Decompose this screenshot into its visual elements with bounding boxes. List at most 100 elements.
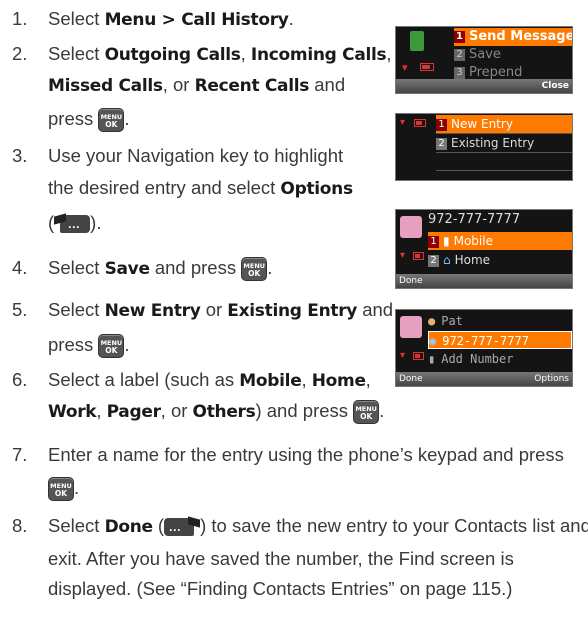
menu-ok-key-icon: MENU OK — [353, 400, 380, 425]
step-text: displayed. (See “Finding Contacts Entrie… — [48, 578, 513, 599]
step-text-line: Select Menu > Call History. — [48, 8, 294, 31]
step-text: and press — [149, 257, 242, 278]
step-number: 7. — [12, 444, 28, 465]
step-text-line: MENU OK. — [48, 477, 80, 502]
menu-option-name: Work — [48, 402, 97, 422]
softkey-bar: Done — [396, 274, 572, 288]
step-number: 6. — [12, 369, 28, 390]
step-text: , — [96, 400, 107, 421]
step-text: . — [288, 8, 294, 29]
divider — [436, 152, 572, 153]
step-text: . — [74, 477, 80, 498]
add-number-label: Add Number — [441, 352, 514, 366]
step-text: , — [240, 43, 251, 64]
menu-option-name: Save — [104, 259, 150, 279]
menu-option-name: Missed Calls — [48, 76, 163, 96]
phone-screen-entry-details: ● Pat ◉ 972-777-7777 ▮ Add Number ▾ Done Opt… — [395, 309, 573, 387]
menu-item-existing-entry[interactable]: 2 Existing Entry — [436, 134, 572, 152]
label-item-home[interactable]: 2 ⌂ Home — [428, 251, 572, 269]
item-label: New Entry — [451, 117, 513, 131]
contact-name-row[interactable]: ● Pat — [428, 312, 572, 330]
item-number: 2 — [436, 137, 447, 150]
battery-icon — [420, 63, 434, 71]
menu-option-name: New Entry — [104, 301, 201, 321]
step-number: 3. — [12, 145, 28, 166]
step-text-line: the desired entry and select Options — [48, 177, 353, 200]
step-text: ) to save the new entry to your Contacts… — [200, 515, 588, 536]
phone-number: 972-777-7777 — [428, 212, 521, 227]
key-bottom-label: OK — [54, 489, 68, 499]
step-text: , — [301, 369, 312, 390]
step-text: Select — [48, 8, 105, 29]
step-text: , — [365, 369, 371, 390]
contact-number-row[interactable]: ◉ 972-777-7777 — [428, 331, 572, 349]
contact-card-icon — [400, 216, 422, 238]
step-text-line: Select Outgoing Calls, Incoming Calls, — [48, 43, 392, 66]
step-text: . — [267, 257, 273, 278]
softkey-done[interactable]: Done — [399, 372, 423, 386]
phone-screen-entry-type: ▾ 1 New Entry 2 Existing Entry — [395, 113, 573, 181]
step-text: Enter a name for the entry using the pho… — [48, 444, 564, 465]
step-text-line: Select Save and press MENU OK. — [48, 257, 273, 282]
menu-option-name: Pager — [106, 402, 161, 422]
step-text-line: Select New Entry or Existing Entry and — [48, 299, 393, 322]
divider — [436, 170, 572, 171]
key-bottom-label: OK — [360, 412, 373, 422]
step-text: press — [48, 108, 99, 129]
mobile-icon: ▮ — [443, 234, 450, 248]
menu-ok-key-icon: MENU OK — [48, 477, 74, 502]
contact-name: Pat — [441, 314, 463, 328]
step-text: , or — [162, 74, 195, 95]
step-text-line: Select Done ( ··· ) to save the new entry … — [48, 515, 588, 538]
phone-screen-call-options: ▾ 1 Send Message 2 Save 3 Prepend Close — [395, 26, 573, 94]
menu-option-name: Mobile — [239, 371, 302, 391]
item-number: 3 — [454, 66, 465, 79]
contact-number: 972-777-7777 — [442, 334, 529, 348]
menu-option-name: Recent Calls — [194, 76, 310, 96]
step-text-line: Work, Pager, or Others) and press MENU OK… — [48, 400, 385, 425]
add-number-row[interactable]: ▮ Add Number — [428, 350, 572, 368]
step-text-line: press MENU OK. — [48, 108, 130, 133]
step-text-line: Use your Navigation key to highlight — [48, 145, 343, 167]
menu-ok-key-icon: MENU OK — [98, 108, 125, 133]
item-number: 1 — [428, 235, 439, 248]
step-number: 2. — [12, 43, 28, 64]
step-text: Select — [48, 515, 105, 536]
step-text: . — [379, 400, 385, 421]
step-text: and — [357, 299, 394, 320]
key-bottom-label: OK — [105, 346, 118, 356]
step-text-line: Enter a name for the entry using the pho… — [48, 444, 564, 466]
step-text: ) and press — [255, 400, 354, 421]
item-label: Mobile — [453, 234, 493, 248]
contact-card-icon — [400, 316, 422, 338]
step-text: , — [386, 43, 392, 64]
menu-item-send-message[interactable]: 1 Send Message — [454, 28, 572, 46]
softkey-close[interactable]: Close — [542, 79, 569, 93]
menu-item-new-entry[interactable]: 1 New Entry — [436, 115, 572, 133]
softkey-bar: Close — [396, 79, 572, 93]
step-number: 4. — [12, 257, 28, 278]
signal-icon: ▾ — [400, 350, 406, 361]
battery-icon — [413, 352, 424, 360]
step-text: press — [48, 334, 99, 355]
item-number: 1 — [454, 30, 465, 43]
step-text: ( — [152, 515, 165, 536]
step-text-line: exit. After you have saved the number, t… — [48, 548, 514, 570]
softkey-done[interactable]: Done — [399, 274, 423, 288]
item-label: Save — [469, 47, 501, 62]
step-text: Select — [48, 257, 105, 278]
menu-option-name: Home — [311, 371, 366, 391]
label-item-mobile[interactable]: 1 ▮ Mobile — [428, 232, 572, 250]
menu-option-name: Done — [104, 517, 154, 537]
right-softkey-icon: ··· — [54, 213, 91, 235]
step-text-line: displayed. (See “Finding Contacts Entrie… — [48, 578, 512, 600]
person-icon: ● — [428, 314, 436, 328]
menu-ok-key-icon: MENU OK — [98, 334, 125, 359]
softkey-options[interactable]: Options — [534, 372, 569, 386]
menu-option-name: Others — [192, 402, 256, 422]
item-number: 2 — [454, 48, 465, 61]
menu-item-save[interactable]: 2 Save — [454, 46, 572, 64]
menu-option-name: Options — [280, 179, 353, 199]
key-dots: ··· — [169, 523, 182, 538]
menu-ok-key-icon: MENU OK — [241, 257, 268, 282]
